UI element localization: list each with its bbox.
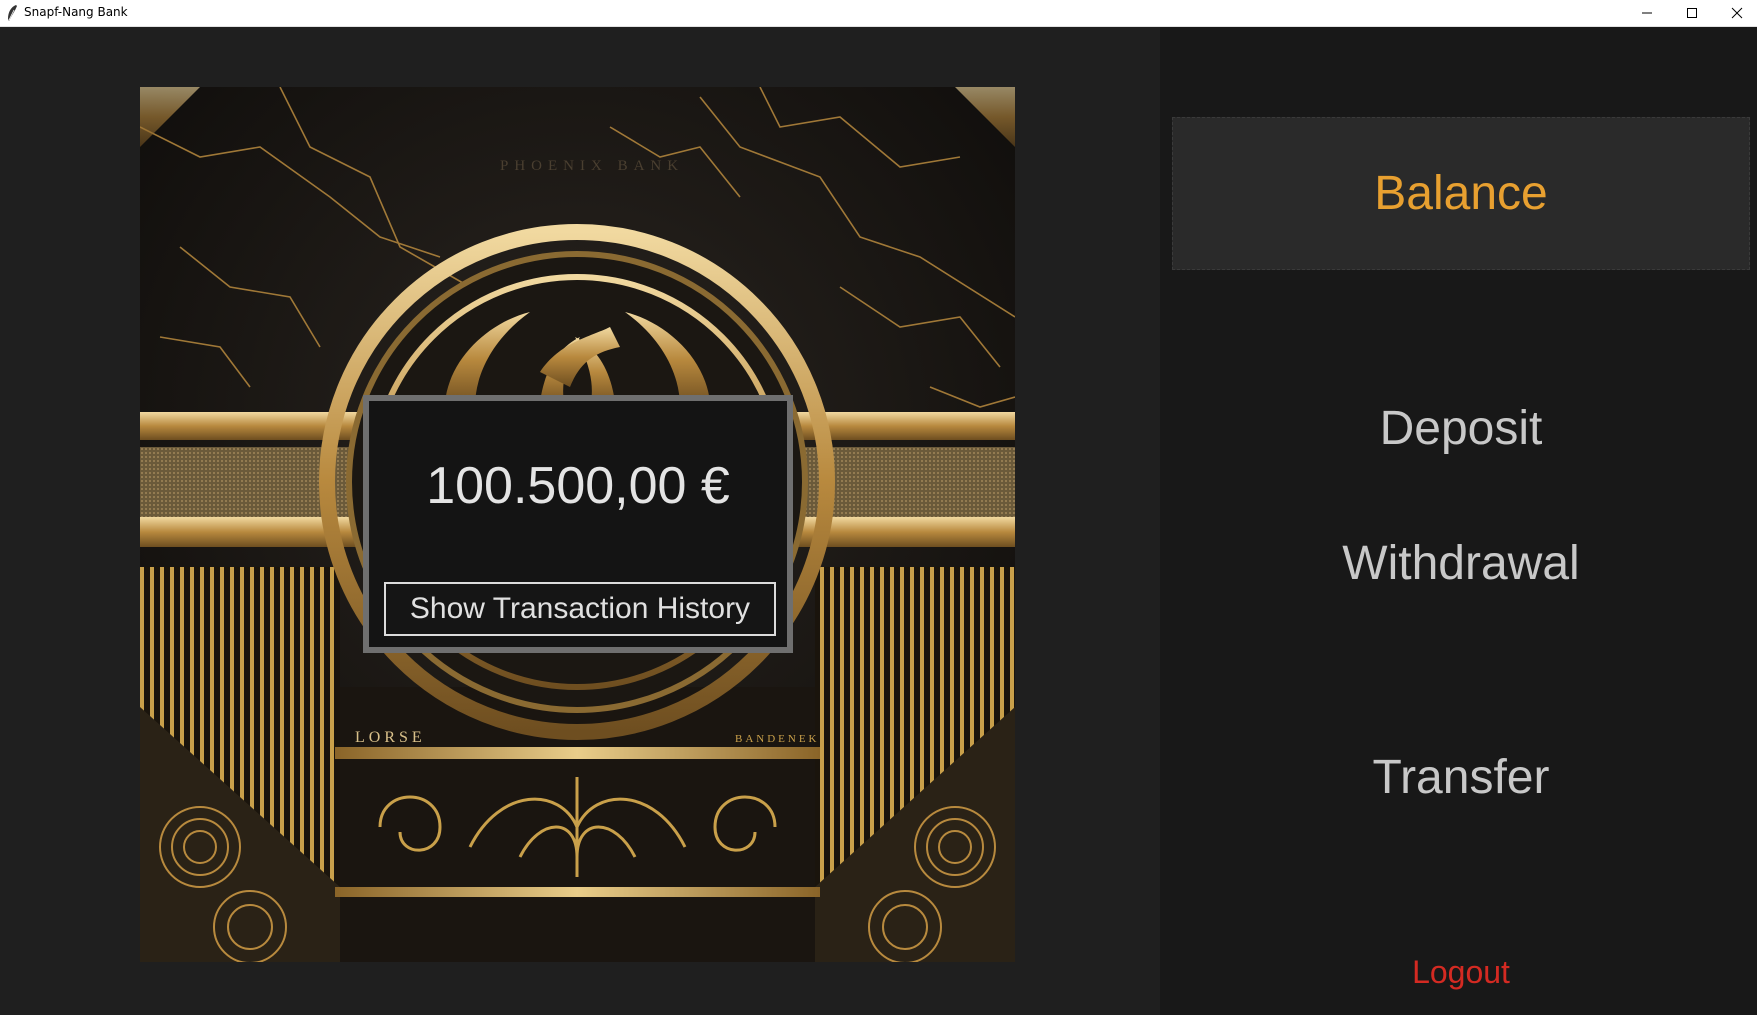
close-icon [1731,7,1743,19]
logout-button[interactable]: Logout [1172,951,1750,993]
close-button[interactable] [1715,0,1757,26]
balance-amount: 100.500,00 € [426,457,730,515]
minimize-icon [1642,12,1652,14]
balance-card: 100.500,00 € Show Transaction History [363,395,793,653]
nav-transfer-button[interactable]: Transfer [1172,746,1750,808]
maximize-icon [1687,8,1697,18]
art-text-left: LORSE [355,729,426,746]
maximize-button[interactable] [1670,0,1714,26]
show-transaction-history-button[interactable]: Show Transaction History [384,582,776,636]
window-title: Snapf-Nang Bank [24,5,128,19]
nav-deposit-button[interactable]: Deposit [1172,397,1750,459]
title-bar: Snapf-Nang Bank [0,0,1757,27]
nav-balance-button[interactable]: Balance [1172,117,1750,270]
feather-icon [8,5,17,21]
minimize-button[interactable] [1625,0,1669,26]
nav-withdrawal-button[interactable]: Withdrawal [1172,532,1750,594]
art-text-top: PHOENIX BANK [500,158,684,174]
content-pane: LORSE BANDENEK PHOENIX BANK 100.500,00 €… [0,27,1160,1015]
art-text-right: BANDENEK [735,733,820,745]
